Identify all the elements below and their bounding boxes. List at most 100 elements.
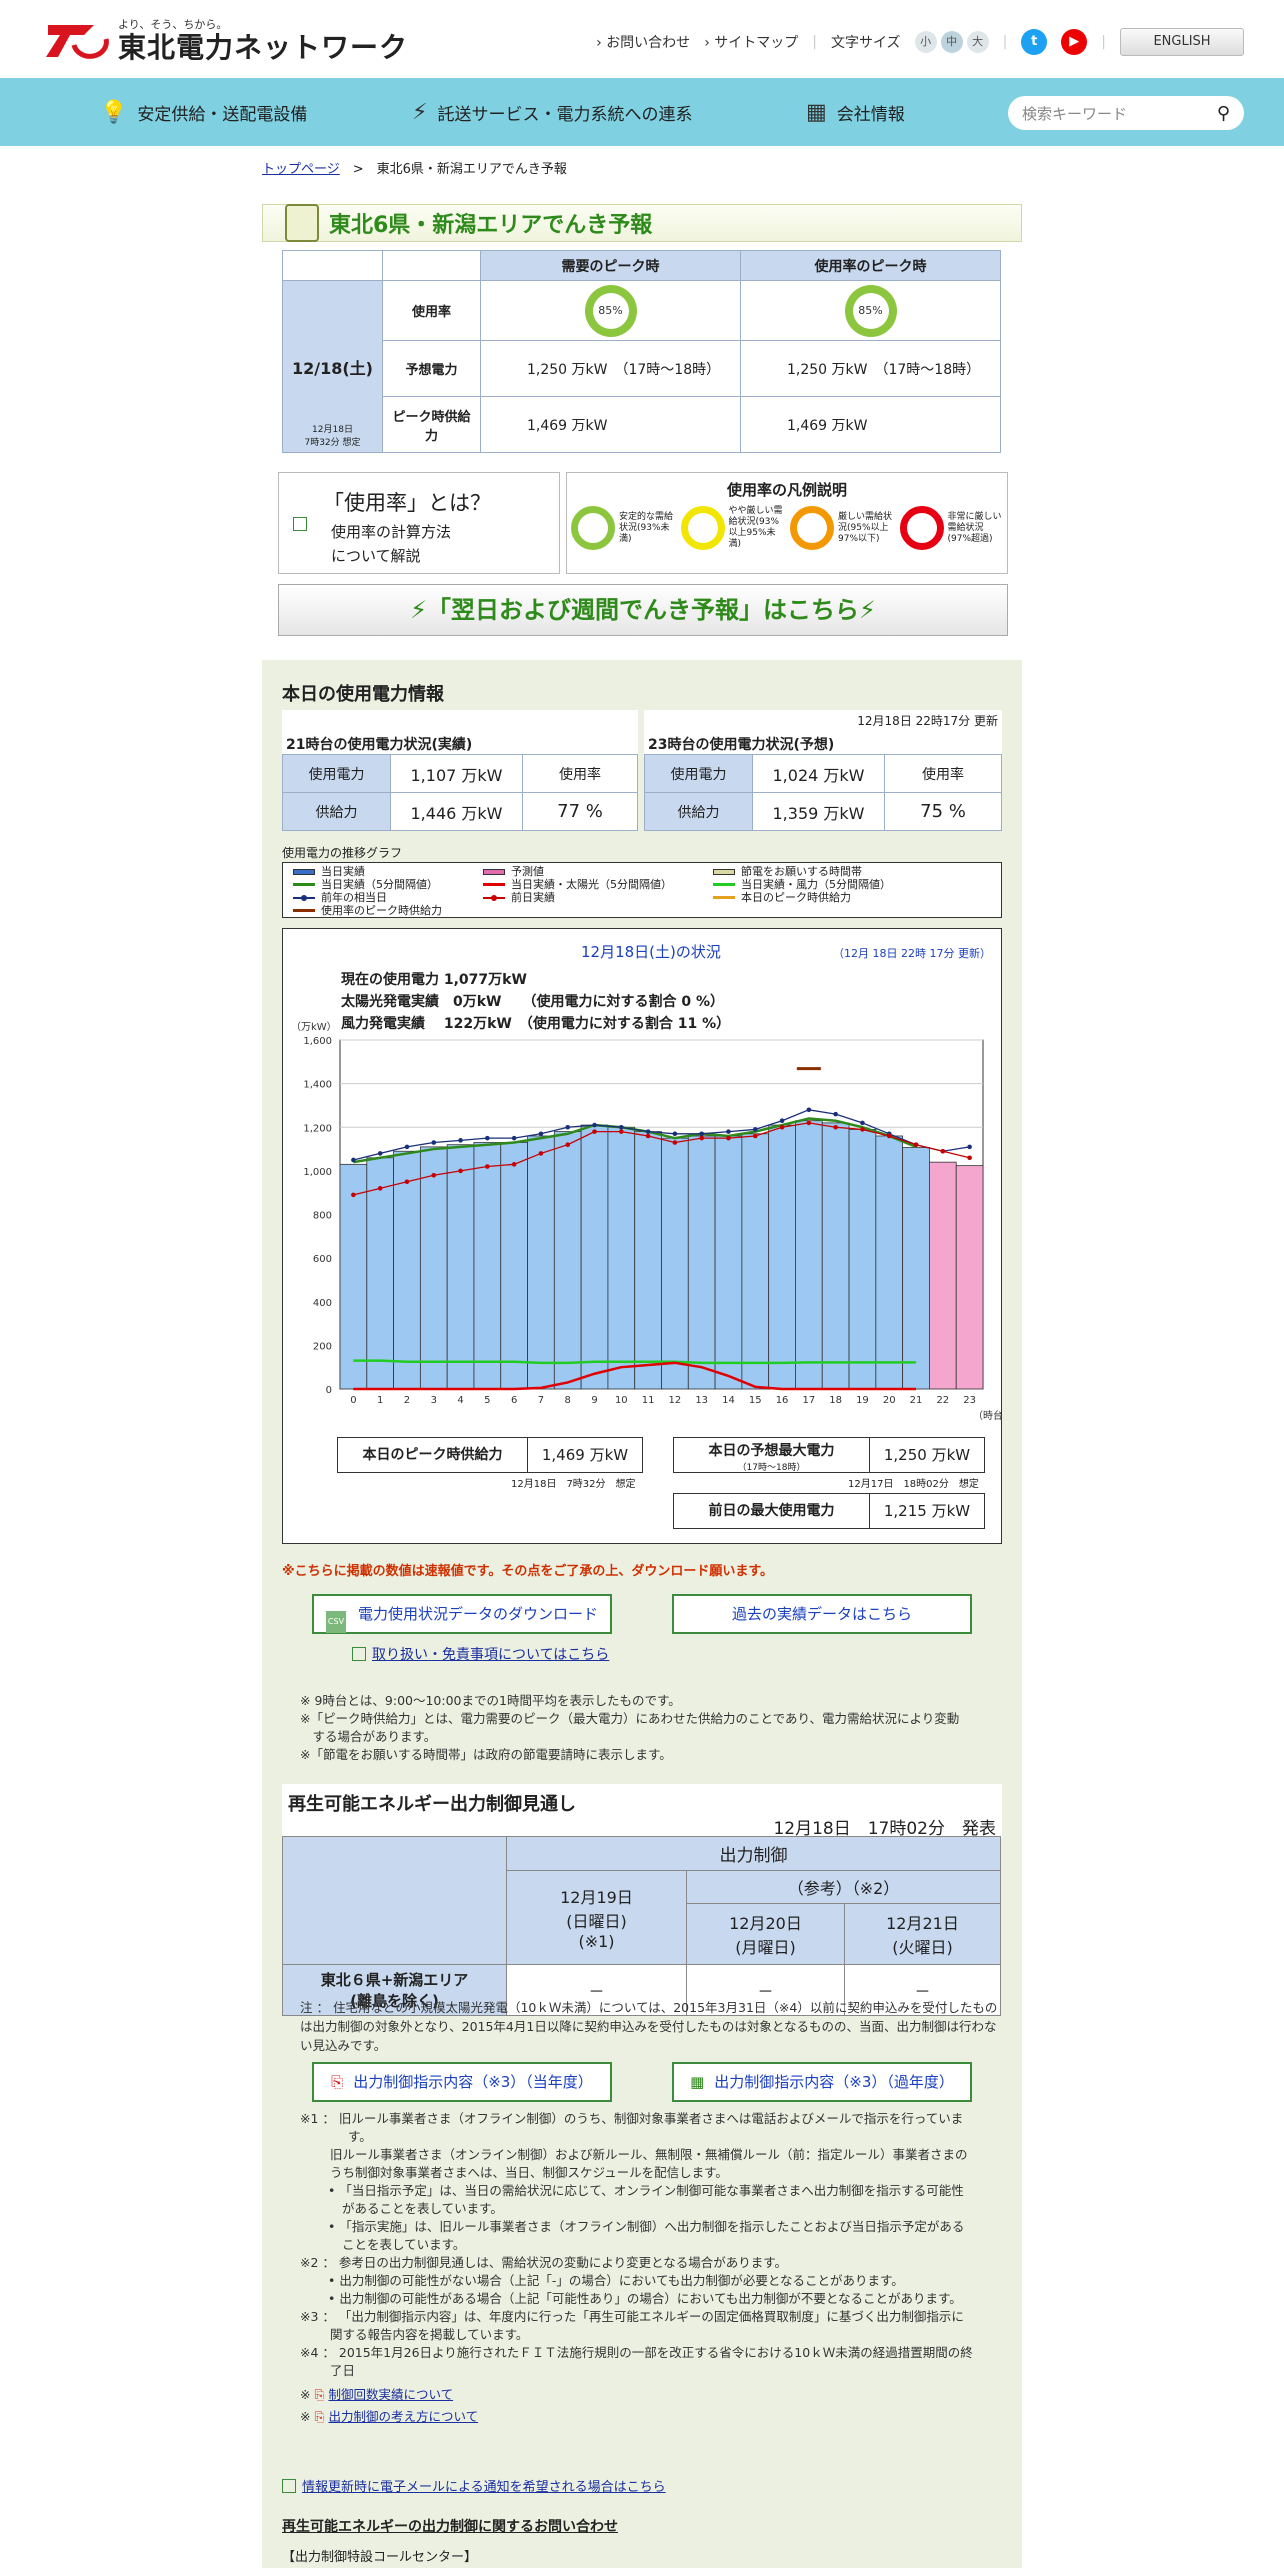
- data-point: [726, 1129, 731, 1134]
- font-medium-button[interactable]: 中: [940, 31, 963, 53]
- contact-title: 再生可能エネルギーの出力制御に関するお問い合わせ: [282, 2519, 618, 2535]
- data-point: [565, 1142, 571, 1147]
- nav-company[interactable]: ▦ 会社情報: [806, 78, 905, 146]
- logo-company-name: 東北電力ネットワーク: [118, 31, 409, 64]
- x-tick-label: 10: [615, 1395, 628, 1406]
- bar: [446, 1144, 475, 1390]
- sitemap-link[interactable]: サイトマップ: [704, 32, 798, 52]
- bar: [473, 1142, 502, 1390]
- data-point: [967, 1144, 972, 1150]
- twitter-icon[interactable]: t: [1021, 29, 1048, 55]
- x-tick-label: 21: [910, 1395, 923, 1406]
- data-point: [511, 1135, 517, 1141]
- legend-swatch-icon: [293, 894, 315, 901]
- x-tick-label: 1: [377, 1395, 383, 1406]
- data-point: [672, 1131, 678, 1137]
- youtube-icon[interactable]: ▶: [1061, 29, 1088, 55]
- fn-line: うち制御対象事業者さまへは、当日、制御スケジュールを配信します。: [330, 2165, 728, 2180]
- fn-line: 了日: [330, 2363, 356, 2378]
- data-point: [886, 1133, 892, 1139]
- pdf-current-button[interactable]: ⎘ 出力制御指示内容（※3）（当年度）: [312, 2062, 612, 2102]
- bar: [714, 1135, 743, 1390]
- terms-link-row: 取り扱い・免責事項についてはこちら: [352, 1644, 609, 1664]
- renew-day2: 12月20日 (月曜日): [686, 1903, 845, 1965]
- breadcrumb-home[interactable]: トップページ: [262, 162, 340, 177]
- data-point: [699, 1131, 704, 1137]
- download-button[interactable]: CSV 電力使用状況データのダウンロード: [312, 1594, 612, 1634]
- x-tick-label: 11: [642, 1395, 655, 1406]
- control-policy-link[interactable]: 出力制御の考え方について: [328, 2409, 478, 2424]
- pred-max-label: 本日の予想最大電力: [708, 1443, 835, 1459]
- col-rate-peak: 使用率のピーク時: [740, 250, 1001, 281]
- graph-legend-item: 本日のピーク時供給力: [713, 891, 1013, 904]
- bar: [875, 1135, 904, 1390]
- font-large-button[interactable]: 大: [966, 31, 989, 53]
- terms-link[interactable]: 取り扱い・免責事項についてはこちら: [372, 1647, 609, 1663]
- building-icon: ▦: [806, 99, 827, 125]
- search-icon[interactable]: ⚲: [1217, 103, 1230, 124]
- font-small-button[interactable]: 小: [914, 31, 937, 53]
- label: 使用率: [522, 754, 638, 793]
- data-point: [806, 1120, 812, 1126]
- label: 使用電力: [282, 754, 391, 793]
- note-line: する場合があります。: [300, 1729, 437, 1744]
- label: 使用電力: [644, 754, 753, 793]
- data-point: [377, 1186, 383, 1191]
- company-logo[interactable]: より、そう、ちから。 東北電力ネットワーク: [44, 16, 408, 64]
- rate-value: 85%: [592, 292, 629, 329]
- fn-line: 出力制御の可能性がある場合（上記「可能性あり」の場合）においても出力制御が不要と…: [339, 2291, 962, 2306]
- past-data-button[interactable]: 過去の実績データはこちら: [672, 1594, 972, 1634]
- renew-note: 注 ： 住宅用などの小規模太陽光発電（10ｋＷ未満）については、2015年3月3…: [300, 2000, 998, 2053]
- bar: [500, 1142, 528, 1390]
- weekly-forecast-banner[interactable]: ⚡「翌日および週間でんき予報」はこちら⚡: [278, 584, 1008, 636]
- mail-notify-link[interactable]: 情報更新時に電子メールによる通知を希望される場合はこちら: [302, 2480, 666, 2495]
- nav-supply[interactable]: 💡 安定供給・送配電設備: [100, 78, 307, 146]
- nav-wheeling[interactable]: ⚡ 託送サービス・電力系統への連系: [412, 78, 692, 146]
- legend-swatch-icon: [483, 883, 505, 886]
- bar: [339, 1163, 368, 1390]
- x-tick-label: 6: [511, 1395, 517, 1406]
- renew-header: 再生可能エネルギー出力制御見通し 12月18日 17時02分 発表: [282, 1784, 1002, 1839]
- rate-legend-items: 安定的な需給状況(93%未満) やや厳しい需給状況(93%以上95%未満) 厳しい需…: [567, 500, 1007, 556]
- bar: [821, 1122, 850, 1390]
- y-tick-label: 1,600: [303, 1036, 332, 1047]
- usage-rate-explainer[interactable]: 「使用率」とは？ 使用率の計算方法 について解説: [278, 472, 560, 574]
- xls-past-button[interactable]: ▦ 出力制御指示内容（※3）（過年度）: [672, 2062, 972, 2102]
- notes: ※ 9時台とは、9:00～10:00までの1時間平均を表示したものです。 ※「ピー…: [300, 1692, 959, 1764]
- fn-line: ことを表しています。: [342, 2237, 466, 2252]
- fn-line: 関する報告内容を掲載しています。: [330, 2327, 529, 2342]
- excel-icon: ▦: [690, 2073, 705, 2091]
- data-point: [806, 1107, 812, 1113]
- label: 供給力: [644, 792, 753, 831]
- y-tick-label: 400: [313, 1298, 332, 1309]
- renew-table: 出力制御 12月19日 (日曜日) (※1) （参考）（※2） 12月20日 (月…: [282, 1836, 1001, 2016]
- data-point: [351, 1192, 356, 1198]
- renew-head: 出力制御: [506, 1836, 1001, 1871]
- data-point: [833, 1124, 838, 1130]
- control-count-link[interactable]: 制御回数実績について: [328, 2387, 453, 2402]
- bar: [527, 1135, 555, 1390]
- csv-icon: CSV: [325, 1611, 346, 1633]
- bar: [580, 1124, 609, 1390]
- search-input[interactable]: 検索キーワード ⚲: [1008, 96, 1244, 130]
- forecast-rate: 75 %: [884, 792, 1002, 831]
- english-button[interactable]: ENGLISH: [1120, 28, 1244, 56]
- graph-legend-item: 節電をお願いする時間帯: [713, 865, 1013, 878]
- rate-ring-icon: [899, 506, 944, 550]
- forecast-title: 23時台の使用電力状況(予想): [648, 737, 835, 753]
- data-point: [619, 1129, 624, 1134]
- x-axis-unit: （時台）: [973, 1409, 1003, 1422]
- fn-line: ※3 ： 「出力制御指示内容」は、年度内に行った「再生可能エネルギーの固定価格買…: [300, 2309, 964, 2324]
- nav-label: 会社情報: [836, 104, 905, 125]
- contact-link[interactable]: お問い合わせ: [596, 32, 690, 52]
- rate-legend-item: 厳しい需給状況(95%以上97%以下): [790, 506, 894, 550]
- data-point: [672, 1140, 678, 1145]
- data-point: [860, 1127, 865, 1132]
- peak-supply-note: 12月18日 7時32分 想定: [511, 1479, 636, 1490]
- x-tick-label: 14: [722, 1395, 735, 1406]
- x-tick-label: 19: [856, 1395, 869, 1406]
- forecast-supply: 1,359 万kW: [752, 792, 885, 831]
- x-tick-label: 20: [883, 1395, 896, 1406]
- legend-swatch-icon: [293, 868, 315, 875]
- pdf-icon: ⎘: [314, 2409, 325, 2424]
